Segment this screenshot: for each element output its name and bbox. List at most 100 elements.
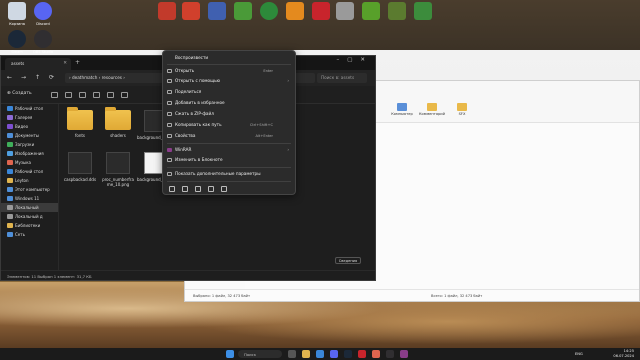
menu-item-open-with[interactable]: Открыть с помощью › — [163, 76, 295, 86]
sidebar-item-documents[interactable]: Документы — [1, 131, 58, 140]
menu-item-edit-notepad[interactable]: Изменить в Блокноте — [163, 155, 295, 165]
app-icon — [158, 2, 176, 20]
app-icon — [208, 2, 226, 20]
discord-icon[interactable] — [330, 350, 338, 358]
context-quick-actions — [169, 186, 234, 194]
sidebar-item-downloads[interactable]: Загрузки — [1, 140, 58, 149]
pictures-icon — [7, 151, 13, 156]
up-arrow-icon[interactable]: ↑ — [35, 74, 40, 81]
browser-icon[interactable] — [316, 350, 324, 358]
sfx-button[interactable]: SFX — [447, 103, 477, 116]
start-icon[interactable] — [226, 350, 234, 358]
comment-button[interactable]: Комментарий — [417, 103, 447, 116]
folder-icon — [105, 107, 131, 130]
copy-icon[interactable] — [182, 186, 188, 192]
delete-icon[interactable] — [121, 92, 128, 98]
menu-item-copy-path[interactable]: Копировать как путь Ctrl+Shift+C — [163, 120, 295, 130]
dds-file-icon — [68, 152, 92, 174]
menu-item-add-favorite[interactable]: Добавить в избранное — [163, 98, 295, 108]
copy-path-icon — [167, 123, 172, 127]
tab-assets[interactable]: assets ✕ — [5, 58, 71, 70]
sidebar-item-windows11[interactable]: Windows 11 — [1, 194, 58, 203]
sidebar-item-libraries[interactable]: Библиотеки — [1, 221, 58, 230]
sidebar-item-gallery[interactable]: Галерея — [1, 113, 58, 122]
documents-icon — [7, 133, 13, 138]
drive-icon — [7, 196, 13, 201]
folder-fonts[interactable]: fonts — [61, 107, 99, 138]
discord-icon — [34, 2, 52, 20]
create-button[interactable]: ⊕ Создать — [7, 91, 32, 96]
star-icon — [167, 101, 172, 105]
tab-close-icon[interactable]: ✕ — [63, 61, 67, 66]
sidebar-item-local-disk-2[interactable]: Локальный д — [1, 212, 58, 221]
taskbar-search[interactable]: Поиск — [238, 350, 282, 358]
chevron-right-icon: › — [287, 147, 289, 152]
desktop-icon — [7, 106, 13, 111]
menu-item-open[interactable]: Открыть Enter — [163, 66, 295, 76]
app-icon[interactable] — [358, 350, 366, 358]
music-icon — [7, 160, 13, 165]
obs-icon[interactable] — [386, 350, 394, 358]
sidebar-item-local-disk[interactable]: Локальный — [1, 203, 58, 212]
secondary-statusbar: Выбрано: 1 файл, 32 473 байт Всего: 1 фа… — [185, 289, 639, 301]
fox-icon — [286, 2, 304, 20]
steam-icon[interactable] — [344, 350, 352, 358]
back-arrow-icon[interactable]: ← — [7, 74, 12, 81]
search-input[interactable]: Поиск в: assets — [317, 73, 367, 83]
zip-icon — [167, 112, 172, 116]
sidebar-item-network[interactable]: Сеть — [1, 230, 58, 239]
obs-icon — [34, 30, 52, 48]
app-icon — [414, 2, 432, 20]
file-caspbackad[interactable]: caspbackad.dds — [61, 152, 99, 182]
file-explorer-icon[interactable] — [302, 350, 310, 358]
folder-shaders[interactable]: shaders — [99, 107, 137, 138]
task-view-icon[interactable] — [288, 350, 296, 358]
file-proc-numberframe[interactable]: proc_numberfra me_10.png — [99, 152, 137, 187]
language-indicator[interactable]: ENG — [575, 352, 583, 356]
refresh-icon[interactable]: ⟳ — [49, 74, 54, 81]
window-controls[interactable]: –▢✕ — [336, 57, 373, 63]
app-icon — [312, 2, 330, 20]
forward-arrow-icon[interactable]: → — [21, 74, 26, 81]
sidebar-item-leyton[interactable]: Leyton — [1, 176, 58, 185]
sidebar-item-desktop-2[interactable]: Рабочий стол — [1, 167, 58, 176]
sidebar-item-desktop[interactable]: Рабочий стол — [1, 104, 58, 113]
rename-icon[interactable] — [195, 186, 201, 192]
recycle-bin-icon — [8, 2, 26, 20]
desktop-icon-obs[interactable]: OBS Studio — [28, 30, 58, 54]
library-icon — [7, 223, 13, 228]
clock[interactable]: 14:25 06.07.2024 — [600, 349, 634, 359]
notepad-icon — [167, 158, 172, 162]
cut-icon[interactable] — [169, 186, 175, 192]
sidebar-item-this-pc[interactable]: Этот компьютер — [1, 185, 58, 194]
app-icon — [234, 2, 252, 20]
copy-icon[interactable] — [65, 92, 72, 98]
desktop-icon-discord[interactable]: Discord — [28, 2, 58, 26]
new-tab-button[interactable]: + — [75, 59, 80, 66]
winrar-icon[interactable] — [400, 350, 408, 358]
app-icon[interactable] — [372, 350, 380, 358]
paste-icon[interactable] — [79, 92, 86, 98]
delete-icon[interactable] — [221, 186, 227, 192]
drive-icon — [7, 205, 13, 210]
desktop-icon-app-11[interactable] — [408, 2, 438, 22]
menu-item-compress-zip[interactable]: Сжать в ZIP-файл — [163, 109, 295, 119]
gallery-icon — [7, 115, 13, 120]
computer-button[interactable]: Компьютер — [387, 103, 417, 116]
menu-item-properties[interactable]: Свойства Alt+Enter — [163, 131, 295, 141]
sidebar-item-music[interactable]: Музыка — [1, 158, 58, 167]
details-button[interactable]: Сведения — [335, 257, 361, 264]
share-icon[interactable] — [107, 92, 114, 98]
cut-icon[interactable] — [51, 92, 58, 98]
share-icon[interactable] — [208, 186, 214, 192]
menu-item-share[interactable]: Поделиться — [163, 87, 295, 97]
status-bar: Элементов: 11 Выбран 1 элемент: 31,7 КБ — [1, 270, 375, 280]
steam-icon — [8, 30, 26, 48]
menu-item-play[interactable]: Воспроизвести — [163, 53, 295, 63]
rename-icon[interactable] — [93, 92, 100, 98]
sidebar-item-video[interactable]: Видео — [1, 122, 58, 131]
menu-item-show-more[interactable]: Показать дополнительные параметры — [163, 169, 295, 179]
sidebar-item-pictures[interactable]: Изображения — [1, 149, 58, 158]
comment-icon — [427, 103, 437, 111]
menu-item-winrar[interactable]: WinRAR › — [163, 145, 295, 155]
